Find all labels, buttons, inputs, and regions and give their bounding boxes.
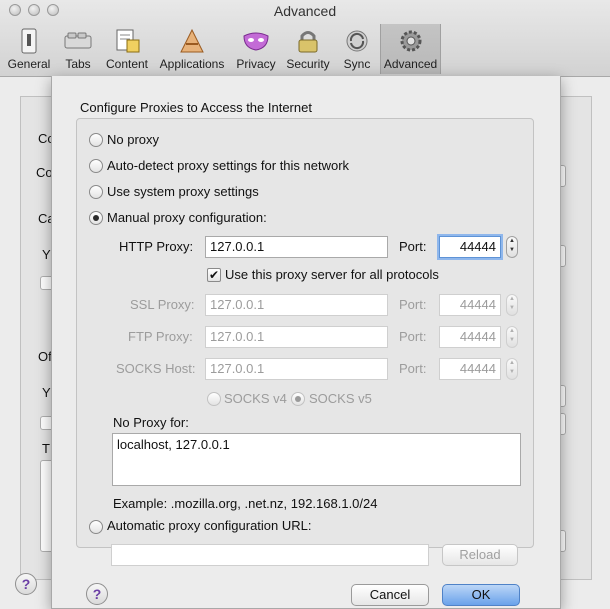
manual-proxy-radio[interactable] bbox=[89, 211, 103, 225]
http-proxy-input[interactable]: 127.0.0.1 bbox=[205, 236, 388, 258]
ftp-proxy-label: FTP Proxy: bbox=[128, 329, 193, 344]
auto-detect-label[interactable]: Auto-detect proxy settings for this netw… bbox=[107, 158, 349, 173]
sync-icon bbox=[346, 30, 368, 52]
toolbar-label: Content bbox=[105, 57, 149, 71]
sheet-help-button[interactable]: ? bbox=[86, 583, 108, 605]
general-icon bbox=[21, 28, 37, 54]
manual-proxy-label[interactable]: Manual proxy configuration: bbox=[107, 210, 267, 225]
http-port-input[interactable]: 44444 bbox=[439, 236, 501, 258]
toolbar-advanced[interactable]: Advanced bbox=[380, 24, 441, 74]
toolbar-sync[interactable]: Sync bbox=[337, 24, 377, 74]
privacy-mask-icon bbox=[243, 32, 269, 51]
title-bar: Advanced General Tabs Content Applicatio… bbox=[0, 0, 610, 77]
use-for-all-checkbox[interactable]: ✔ bbox=[207, 268, 221, 282]
system-proxy-radio[interactable] bbox=[89, 185, 103, 199]
background-label: Of bbox=[38, 349, 52, 364]
ok-button[interactable]: OK bbox=[442, 584, 520, 606]
ssl-proxy-label: SSL Proxy: bbox=[130, 297, 195, 312]
toolbar-security[interactable]: Security bbox=[283, 24, 333, 74]
background-label: Y bbox=[42, 247, 51, 262]
http-proxy-label: HTTP Proxy: bbox=[119, 239, 194, 254]
toolbar-label: General bbox=[7, 57, 51, 71]
socks-host-label: SOCKS Host: bbox=[116, 361, 196, 376]
reload-button[interactable]: Reload bbox=[442, 544, 518, 566]
sheet-title: Configure Proxies to Access the Internet bbox=[80, 100, 312, 115]
gear-icon bbox=[400, 30, 421, 52]
use-for-all-label[interactable]: Use this proxy server for all protocols bbox=[225, 267, 439, 282]
auto-config-url-radio[interactable] bbox=[89, 520, 103, 534]
ssl-port-label: Port: bbox=[399, 297, 427, 312]
auto-config-url-input[interactable] bbox=[111, 544, 429, 566]
content-icon bbox=[116, 29, 140, 53]
toolbar-privacy[interactable]: Privacy bbox=[233, 24, 279, 74]
connection-settings-sheet: Configure Proxies to Access the Internet… bbox=[51, 76, 561, 609]
http-port-label: Port: bbox=[399, 239, 427, 254]
ftp-port-label: Port: bbox=[399, 329, 427, 344]
toolbar-content[interactable]: Content bbox=[102, 24, 152, 74]
no-proxy-for-textarea[interactable]: localhost, 127.0.0.1 bbox=[112, 433, 521, 486]
background-label: T bbox=[42, 441, 50, 456]
window-title: Advanced bbox=[273, 3, 337, 19]
help-button[interactable]: ? bbox=[15, 573, 37, 595]
toolbar-label: Security bbox=[286, 57, 330, 71]
toolbar-label: Advanced bbox=[383, 57, 438, 71]
toolbar-applications[interactable]: Applications bbox=[156, 24, 228, 74]
no-proxy-radio[interactable] bbox=[89, 133, 103, 147]
socks-v5-label[interactable]: SOCKS v5 bbox=[309, 391, 372, 406]
toolbar-label: Tabs bbox=[65, 57, 91, 71]
socks-v5-radio[interactable] bbox=[291, 392, 305, 406]
cancel-button[interactable]: Cancel bbox=[351, 584, 429, 606]
auto-config-url-label[interactable]: Automatic proxy configuration URL: bbox=[107, 518, 311, 533]
socks-port-stepper[interactable]: ▲ ▼ bbox=[506, 358, 518, 380]
ftp-proxy-input[interactable]: 127.0.0.1 bbox=[205, 326, 388, 348]
toolbar-general[interactable]: General bbox=[5, 24, 53, 74]
toolbar-label: Privacy bbox=[236, 57, 276, 71]
socks-host-input[interactable]: 127.0.0.1 bbox=[205, 358, 388, 380]
ftp-port-stepper[interactable]: ▲ ▼ bbox=[506, 326, 518, 348]
toolbar-tabs[interactable]: Tabs bbox=[57, 24, 99, 74]
no-proxy-label[interactable]: No proxy bbox=[107, 132, 159, 147]
http-port-stepper[interactable]: ▲ ▼ bbox=[506, 236, 518, 258]
background-label: Y bbox=[42, 385, 51, 400]
ssl-port-input[interactable]: 44444 bbox=[439, 294, 501, 316]
ssl-port-stepper[interactable]: ▲ ▼ bbox=[506, 294, 518, 316]
auto-detect-radio[interactable] bbox=[89, 159, 103, 173]
toolbar-label: Applications bbox=[159, 57, 225, 71]
socks-port-input[interactable]: 44444 bbox=[439, 358, 501, 380]
toolbar-label: Sync bbox=[343, 57, 371, 71]
no-proxy-for-label: No Proxy for: bbox=[113, 415, 189, 430]
proxy-settings-group: No proxy Auto-detect proxy settings for … bbox=[76, 118, 534, 548]
applications-icon bbox=[180, 28, 204, 53]
socks-port-label: Port: bbox=[399, 361, 427, 376]
tabs-icon bbox=[64, 32, 92, 49]
ssl-proxy-input[interactable]: 127.0.0.1 bbox=[205, 294, 388, 316]
socks-v4-radio[interactable] bbox=[207, 392, 221, 406]
lock-icon bbox=[298, 31, 318, 53]
no-proxy-example: Example: .mozilla.org, .net.nz, 192.168.… bbox=[113, 496, 378, 511]
socks-v4-label[interactable]: SOCKS v4 bbox=[224, 391, 287, 406]
system-proxy-label[interactable]: Use system proxy settings bbox=[107, 184, 259, 199]
ftp-port-input[interactable]: 44444 bbox=[439, 326, 501, 348]
